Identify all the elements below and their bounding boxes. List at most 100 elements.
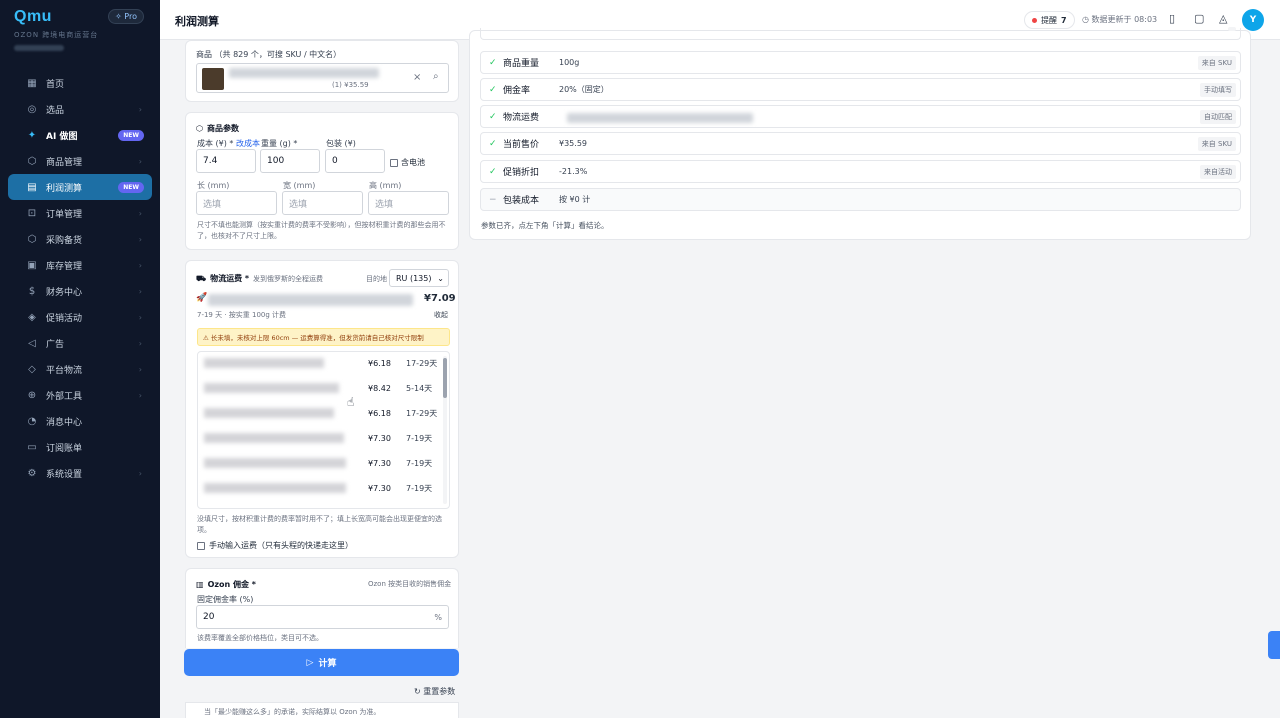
clear-icon[interactable]: × [413,72,421,83]
checkbox-icon [390,158,398,167]
row-tag: 来自 SKU [1197,55,1236,70]
manual-freight-checkbox[interactable]: 手动输入运费（只有头程的快递走这里） [197,540,353,551]
summary-row-discount: ✓ 促销折扣 -21.3% 来自活动 [480,160,1241,183]
route-row[interactable]: ¥7.30 7-19天 [198,477,438,499]
summary-row-partial [480,27,1241,40]
sidebar-item-ads[interactable]: ◁ 广告 › [8,330,152,356]
pack-input[interactable]: 0 [325,149,385,173]
sidebar-item-messages[interactable]: ◔ 消息中心 [8,408,152,434]
sidebar-item-label: 广告 [46,339,65,350]
size-warning: ⚠ 长未填，未核对上限 60cm — 运费算得准，但发货前请自己核对尺寸限制 [197,328,450,346]
data-updated-text: 数据更新于 08:03 [1091,15,1158,24]
route-name-blurred [204,483,346,493]
collapse-link[interactable]: 收起 [434,310,448,321]
remind-button[interactable]: 提醒 7 [1024,11,1075,29]
sidebar-item-billing[interactable]: ▭ 订阅账单 [8,434,152,460]
size-note: 尺寸不填也能测算（按实重计费的费率不受影响），但按材积重计费的那些会用不了，也核… [197,221,446,240]
sidebar-item-orders[interactable]: ⊡ 订单管理 › [8,200,152,226]
check-icon: ✓ [489,84,497,95]
params-title: ⬡ 商品参数 [196,123,239,134]
route-list[interactable]: ¥6.18 17-29天 ¥8.42 5-14天 ¥6.18 17-29天 ¥7.30… [197,351,450,509]
summary-row-freight: ✓ 物流运费 自动匹配 [480,105,1241,128]
commission-rate-input[interactable]: 20 % [196,605,449,629]
bottom-card: 当「最少能赚这么多」的承诺，实际结算以 Ozon 为准。 [185,702,459,718]
shield-icon: ◇ [28,363,36,375]
product-search-input[interactable]: (1) ¥35.59 × ⌕ [196,63,449,93]
route-price: ¥6.18 [368,408,391,418]
row-tag: 来自活动 [1200,164,1236,179]
commission-note: 该费率覆盖全部价格档位，类目可不选。 [197,634,323,642]
warehouse-icon: ▣ [27,259,37,271]
sidebar-item-label: 库存管理 [46,261,83,272]
play-icon: ▷ [306,657,314,668]
calculate-button[interactable]: ▷ 计算 [184,649,459,676]
route-name-blurred [204,408,334,418]
book-icon[interactable]: ▯ [1169,12,1175,25]
width-input[interactable]: 选填 [282,191,363,215]
route-name-blurred [204,358,324,368]
reset-button[interactable]: ↻ 重置参数 [414,686,455,697]
route-price: ¥7.30 [368,458,391,468]
calculate-label: 计算 [318,659,337,669]
sidebar-item-inventory[interactable]: ▣ 库存管理 › [8,252,152,278]
route-row[interactable]: ¥7.30 7-19天 [198,427,438,449]
sidebar-item-settings[interactable]: ⚙ 系统设置 › [8,460,152,486]
commission-rate-value: 20 [203,612,215,622]
chevron-right-icon: › [138,390,142,400]
sidebar-item-finance[interactable]: $ 财务中心 › [8,278,152,304]
sidebar-item-products[interactable]: ⬡ 商品管理 › [8,148,152,174]
chevron-right-icon: › [138,104,142,114]
sidebar-item-home[interactable]: ▦ 首页 [8,70,152,96]
sidebar-item-label: 选品 [46,105,65,116]
summary-row-commission: ✓ 佣金率 20%（固定） 手动填写 [480,78,1241,101]
manual-freight-label: 手动输入运费（只有头程的快递走这里） [209,541,353,550]
chat-icon[interactable]: ▢ [1194,12,1204,25]
logistics-title-text: 物流运费 * [210,274,250,283]
battery-checkbox[interactable]: 含电池 [390,157,425,168]
check-icon: ✓ [489,138,497,149]
checkbox-icon [197,541,205,550]
bell-icon: ◔ [27,415,37,427]
sidebar-item-tools[interactable]: ⊕ 外部工具 › [8,382,152,408]
route-row[interactable]: ¥6.18 17-29天 [198,402,438,424]
row-name: 物流运费 [503,113,540,123]
product-label: 商品 （共 829 个，可搜 SKU / 中文名） [196,50,342,59]
row-name: 佣金率 [503,86,531,96]
row-value: 按 ¥0 计 [559,195,591,204]
sidebar-item-profit-calc[interactable]: ▤ 利润测算 NEW [8,174,152,200]
rocket-icon: 🚀 [196,293,208,303]
feedback-tab[interactable] [1268,631,1280,659]
chevron-right-icon: › [138,468,142,478]
sidebar-item-promotions[interactable]: ◈ 促销活动 › [8,304,152,330]
row-tag [1228,27,1236,31]
cost-input[interactable]: 7.4 [196,149,256,173]
pro-badge[interactable]: ✧ Pro [108,9,144,24]
minus-icon: − [489,194,497,205]
scrollbar-thumb[interactable] [443,358,447,398]
route-row[interactable]: ¥8.42 5-14天 [198,377,438,399]
summary-card: ✓ 商品重量 100g 来自 SKU ✓ 佣金率 20%（固定） 手动填写 ✓ 物流运费 自动匹… [469,27,1251,240]
chevron-right-icon: › [138,312,142,322]
sidebar-item-ai-image[interactable]: ✦ AI 做图 NEW [8,122,152,148]
destination-select[interactable]: RU (135) ⌄ [389,269,449,287]
gear-icon: ⚙ [27,467,37,479]
route-row[interactable]: ¥7.30 7-19天 [198,452,438,474]
sidebar-item-selection[interactable]: ◎ 选品 › [8,96,152,122]
weight-input[interactable]: 100 [260,149,320,173]
sidebar-item-label: 系统设置 [46,469,83,480]
sidebar-item-logistics[interactable]: ◇ 平台物流 › [8,356,152,382]
route-row[interactable]: ¥6.18 17-29天 [198,352,438,374]
bell-icon[interactable]: ◬ [1219,12,1227,25]
edit-cost-link[interactable]: 改成本 [236,139,260,148]
cost-label: 成本 (¥) * 改成本 [197,138,260,149]
search-icon[interactable]: ⌕ [433,71,439,82]
cost-label-text: 成本 (¥) * [197,139,234,148]
row-name: 促销折扣 [503,168,540,178]
length-input[interactable]: 选填 [196,191,277,215]
height-input[interactable]: 选填 [368,191,449,215]
row-name: 当前售价 [503,140,540,150]
grid-icon: ▦ [27,77,37,89]
sidebar-item-purchasing[interactable]: ⬡ 采购备货 › [8,226,152,252]
percent-unit: % [434,612,442,622]
avatar[interactable]: Y [1242,9,1264,31]
